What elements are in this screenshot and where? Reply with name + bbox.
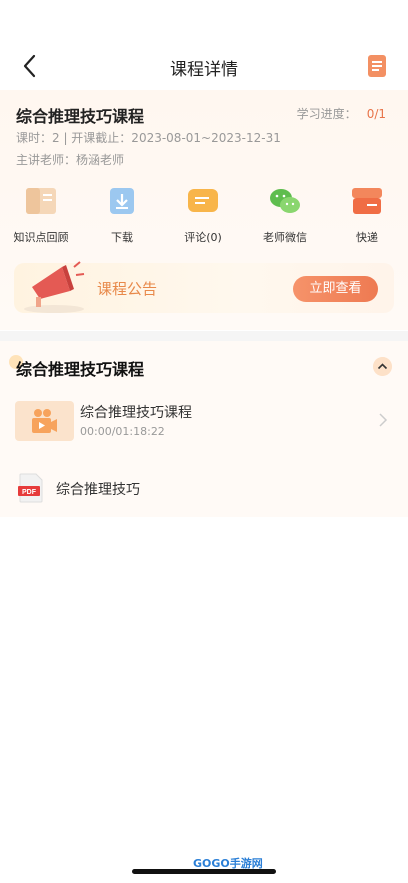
learning-progress: 学习进度： 0/1	[297, 105, 386, 122]
top-nav-bar: 课程详情	[0, 40, 408, 92]
video-title: 综合推理技巧课程	[80, 405, 192, 421]
video-thumbnail	[15, 401, 74, 441]
progress-value: 0/1	[366, 107, 386, 121]
course-info-card: 综合推理技巧课程 学习进度： 0/1 课时：2 | 开课截止：2023-08-01…	[0, 90, 408, 330]
course-title: 综合推理技巧课程	[16, 107, 145, 126]
pdf-badge: PDF	[22, 489, 37, 496]
tool-label: 老师微信	[263, 231, 307, 244]
video-camera-icon	[32, 409, 57, 433]
comment-icon	[188, 189, 218, 212]
express-box-icon	[352, 188, 382, 214]
home-indicator[interactable]	[132, 869, 276, 874]
pdf-name: 综合推理技巧	[56, 482, 140, 498]
page-title: 课程详情	[170, 60, 238, 80]
book-icon	[26, 188, 56, 214]
course-teacher: 主讲老师：杨涵老师	[16, 153, 125, 167]
tool-knowledge-review[interactable]: 知识点回顾	[6, 185, 76, 245]
course-notice-banner[interactable]: 课程公告 立即查看	[14, 261, 394, 313]
section-divider	[0, 331, 408, 341]
chevron-up-icon[interactable]	[373, 357, 392, 376]
tool-express[interactable]: 快递	[332, 185, 402, 245]
course-tools-row: 知识点回顾 下载 评论(0) 老师微信 快递	[0, 185, 408, 245]
tool-label: 知识点回顾	[13, 231, 69, 244]
megaphone-icon	[24, 261, 85, 313]
tool-download[interactable]: 下载	[87, 185, 157, 245]
progress-label: 学习进度：	[296, 107, 357, 121]
section-title: 综合推理技巧课程	[16, 360, 145, 379]
pdf-material-item[interactable]: PDF 综合推理技巧	[0, 471, 408, 505]
tool-comment[interactable]: 评论(0)	[168, 185, 238, 245]
video-duration: 00:00/01:18:22	[80, 425, 165, 438]
wechat-icon	[270, 189, 300, 213]
download-icon	[110, 188, 134, 214]
pdf-file-icon: PDF	[18, 473, 43, 503]
course-hours-deadline: 课时：2 | 开课截止：2023-08-01~2023-12-31	[16, 131, 281, 145]
view-now-button[interactable]: 立即查看	[293, 276, 378, 302]
tool-label: 快递	[356, 231, 378, 244]
tool-label: 下载	[111, 231, 133, 244]
video-lesson-item[interactable]: 综合推理技巧课程 00:00/01:18:22	[0, 396, 408, 446]
tool-teacher-wechat[interactable]: 老师微信	[250, 185, 320, 245]
document-icon[interactable]	[366, 54, 388, 78]
tool-label: 评论(0)	[184, 231, 222, 244]
chevron-right-icon	[379, 413, 388, 427]
course-content-section: 综合推理技巧课程 综合推理技巧课程 00:00/01:18:22 PDF 综合推…	[0, 341, 408, 517]
notice-label: 课程公告	[97, 280, 158, 298]
